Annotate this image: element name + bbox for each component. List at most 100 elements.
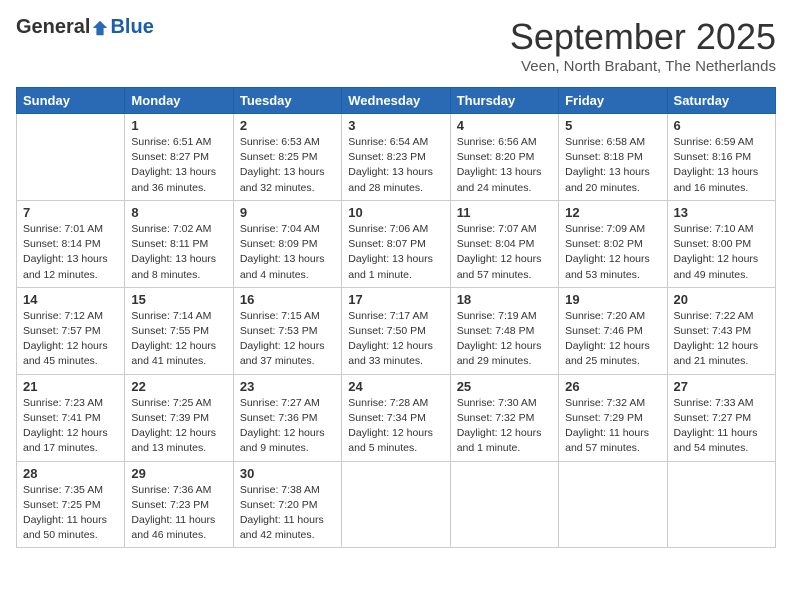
- day-info: Sunrise: 7:04 AMSunset: 8:09 PMDaylight:…: [240, 222, 335, 283]
- calendar-cell: 10 Sunrise: 7:06 AMSunset: 8:07 PMDayligh…: [342, 200, 450, 287]
- day-number: 12: [565, 205, 660, 220]
- day-info: Sunrise: 7:09 AMSunset: 8:02 PMDaylight:…: [565, 222, 660, 283]
- day-number: 15: [131, 292, 226, 307]
- day-number: 24: [348, 379, 443, 394]
- day-number: 10: [348, 205, 443, 220]
- weekday-header-saturday: Saturday: [667, 88, 775, 114]
- calendar-cell: 1 Sunrise: 6:51 AMSunset: 8:27 PMDaylight…: [125, 114, 233, 201]
- calendar-cell: 11 Sunrise: 7:07 AMSunset: 8:04 PMDayligh…: [450, 200, 558, 287]
- calendar-cell: [667, 461, 775, 548]
- day-number: 25: [457, 379, 552, 394]
- day-info: Sunrise: 7:07 AMSunset: 8:04 PMDaylight:…: [457, 222, 552, 283]
- day-number: 29: [131, 466, 226, 481]
- day-info: Sunrise: 7:25 AMSunset: 7:39 PMDaylight:…: [131, 396, 226, 457]
- calendar-cell: [559, 461, 667, 548]
- day-info: Sunrise: 6:59 AMSunset: 8:16 PMDaylight:…: [674, 135, 769, 196]
- day-info: Sunrise: 7:10 AMSunset: 8:00 PMDaylight:…: [674, 222, 769, 283]
- calendar-cell: [450, 461, 558, 548]
- day-number: 4: [457, 118, 552, 133]
- calendar-cell: 4 Sunrise: 6:56 AMSunset: 8:20 PMDaylight…: [450, 114, 558, 201]
- day-number: 6: [674, 118, 769, 133]
- calendar-cell: 5 Sunrise: 6:58 AMSunset: 8:18 PMDaylight…: [559, 114, 667, 201]
- day-number: 26: [565, 379, 660, 394]
- day-info: Sunrise: 7:35 AMSunset: 7:25 PMDaylight:…: [23, 483, 118, 544]
- calendar-week-3: 14 Sunrise: 7:12 AMSunset: 7:57 PMDayligh…: [17, 287, 776, 374]
- day-info: Sunrise: 7:15 AMSunset: 7:53 PMDaylight:…: [240, 309, 335, 370]
- calendar-cell: 23Sunrise: 7:27 AMSunset: 7:36 PMDayligh…: [233, 374, 341, 461]
- day-number: 17: [348, 292, 443, 307]
- weekday-header-tuesday: Tuesday: [233, 88, 341, 114]
- calendar-cell: 15 Sunrise: 7:14 AMSunset: 7:55 PMDayligh…: [125, 287, 233, 374]
- logo-blue-text: Blue: [110, 16, 153, 39]
- day-info: Sunrise: 7:14 AMSunset: 7:55 PMDaylight:…: [131, 309, 226, 370]
- day-number: 7: [23, 205, 118, 220]
- logo: General Blue: [16, 16, 154, 39]
- calendar-cell: 20Sunrise: 7:22 AMSunset: 7:43 PMDayligh…: [667, 287, 775, 374]
- calendar-cell: 22 Sunrise: 7:25 AMSunset: 7:39 PMDayligh…: [125, 374, 233, 461]
- month-title: September 2025: [510, 16, 776, 58]
- calendar-cell: [17, 114, 125, 201]
- day-number: 21: [23, 379, 118, 394]
- calendar-cell: 27 Sunrise: 7:33 AMSunset: 7:27 PMDayligh…: [667, 374, 775, 461]
- day-number: 22: [131, 379, 226, 394]
- day-number: 28: [23, 466, 118, 481]
- day-info: Sunrise: 6:53 AMSunset: 8:25 PMDaylight:…: [240, 135, 335, 196]
- calendar-cell: 17 Sunrise: 7:17 AMSunset: 7:50 PMDayligh…: [342, 287, 450, 374]
- location-subtitle: Veen, North Brabant, The Netherlands: [510, 58, 776, 75]
- calendar-cell: 13 Sunrise: 7:10 AMSunset: 8:00 PMDayligh…: [667, 200, 775, 287]
- weekday-header-sunday: Sunday: [17, 88, 125, 114]
- day-info: Sunrise: 6:54 AMSunset: 8:23 PMDaylight:…: [348, 135, 443, 196]
- calendar-cell: 3 Sunrise: 6:54 AMSunset: 8:23 PMDaylight…: [342, 114, 450, 201]
- weekday-header-monday: Monday: [125, 88, 233, 114]
- day-info: Sunrise: 7:17 AMSunset: 7:50 PMDaylight:…: [348, 309, 443, 370]
- title-block: September 2025 Veen, North Brabant, The …: [510, 16, 776, 75]
- day-info: Sunrise: 7:33 AMSunset: 7:27 PMDaylight:…: [674, 396, 769, 457]
- calendar-cell: 30 Sunrise: 7:38 AMSunset: 7:20 PMDayligh…: [233, 461, 341, 548]
- calendar-cell: 26 Sunrise: 7:32 AMSunset: 7:29 PMDayligh…: [559, 374, 667, 461]
- day-number: 1: [131, 118, 226, 133]
- page-header: General Blue September 2025 Veen, North …: [16, 16, 776, 75]
- day-number: 30: [240, 466, 335, 481]
- day-number: 3: [348, 118, 443, 133]
- calendar-cell: 2 Sunrise: 6:53 AMSunset: 8:25 PMDaylight…: [233, 114, 341, 201]
- calendar-cell: 21 Sunrise: 7:23 AMSunset: 7:41 PMDayligh…: [17, 374, 125, 461]
- day-info: Sunrise: 7:06 AMSunset: 8:07 PMDaylight:…: [348, 222, 443, 283]
- day-info: Sunrise: 7:01 AMSunset: 8:14 PMDaylight:…: [23, 222, 118, 283]
- day-number: 5: [565, 118, 660, 133]
- day-number: 13: [674, 205, 769, 220]
- calendar-cell: 24Sunrise: 7:28 AMSunset: 7:34 PMDayligh…: [342, 374, 450, 461]
- calendar-cell: 16Sunrise: 7:15 AMSunset: 7:53 PMDayligh…: [233, 287, 341, 374]
- logo-icon: [91, 19, 109, 37]
- calendar-cell: 8Sunrise: 7:02 AMSunset: 8:11 PMDaylight…: [125, 200, 233, 287]
- day-number: 2: [240, 118, 335, 133]
- calendar-cell: 12 Sunrise: 7:09 AMSunset: 8:02 PMDayligh…: [559, 200, 667, 287]
- calendar-cell: 9Sunrise: 7:04 AMSunset: 8:09 PMDaylight…: [233, 200, 341, 287]
- day-number: 11: [457, 205, 552, 220]
- calendar-week-5: 28 Sunrise: 7:35 AMSunset: 7:25 PMDayligh…: [17, 461, 776, 548]
- day-info: Sunrise: 6:51 AMSunset: 8:27 PMDaylight:…: [131, 135, 226, 196]
- day-info: Sunrise: 7:30 AMSunset: 7:32 PMDaylight:…: [457, 396, 552, 457]
- calendar-cell: 18Sunrise: 7:19 AMSunset: 7:48 PMDayligh…: [450, 287, 558, 374]
- day-info: Sunrise: 7:12 AMSunset: 7:57 PMDaylight:…: [23, 309, 118, 370]
- calendar-cell: 14 Sunrise: 7:12 AMSunset: 7:57 PMDayligh…: [17, 287, 125, 374]
- day-number: 14: [23, 292, 118, 307]
- calendar-table: SundayMondayTuesdayWednesdayThursdayFrid…: [16, 87, 776, 548]
- calendar-week-4: 21 Sunrise: 7:23 AMSunset: 7:41 PMDayligh…: [17, 374, 776, 461]
- day-info: Sunrise: 6:58 AMSunset: 8:18 PMDaylight:…: [565, 135, 660, 196]
- day-number: 8: [131, 205, 226, 220]
- day-info: Sunrise: 7:19 AMSunset: 7:48 PMDaylight:…: [457, 309, 552, 370]
- day-info: Sunrise: 6:56 AMSunset: 8:20 PMDaylight:…: [457, 135, 552, 196]
- weekday-header-friday: Friday: [559, 88, 667, 114]
- calendar-header-row: SundayMondayTuesdayWednesdayThursdayFrid…: [17, 88, 776, 114]
- calendar-week-2: 7 Sunrise: 7:01 AMSunset: 8:14 PMDaylight…: [17, 200, 776, 287]
- day-number: 27: [674, 379, 769, 394]
- day-info: Sunrise: 7:20 AMSunset: 7:46 PMDaylight:…: [565, 309, 660, 370]
- day-info: Sunrise: 7:23 AMSunset: 7:41 PMDaylight:…: [23, 396, 118, 457]
- day-info: Sunrise: 7:38 AMSunset: 7:20 PMDaylight:…: [240, 483, 335, 544]
- day-info: Sunrise: 7:36 AMSunset: 7:23 PMDaylight:…: [131, 483, 226, 544]
- calendar-cell: 6 Sunrise: 6:59 AMSunset: 8:16 PMDaylight…: [667, 114, 775, 201]
- calendar-cell: 28 Sunrise: 7:35 AMSunset: 7:25 PMDayligh…: [17, 461, 125, 548]
- day-info: Sunrise: 7:27 AMSunset: 7:36 PMDaylight:…: [240, 396, 335, 457]
- day-info: Sunrise: 7:32 AMSunset: 7:29 PMDaylight:…: [565, 396, 660, 457]
- weekday-header-thursday: Thursday: [450, 88, 558, 114]
